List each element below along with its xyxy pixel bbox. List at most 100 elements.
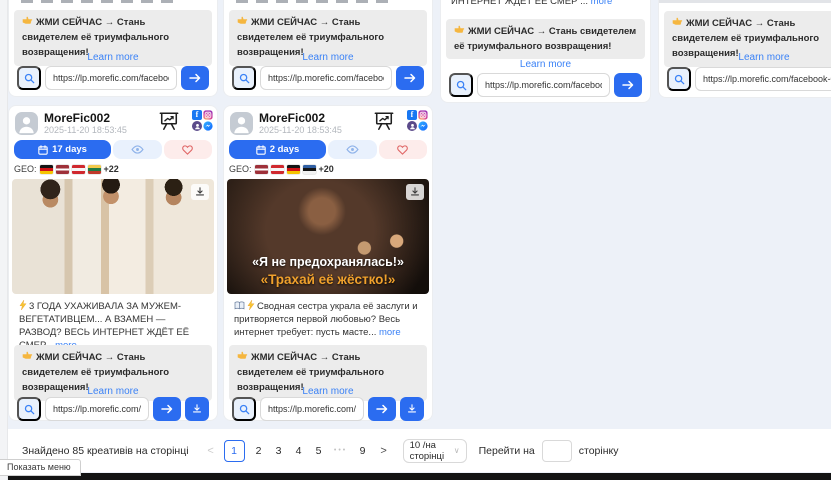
bottom-dark-strip xyxy=(0,473,831,480)
download-creative-button[interactable] xyxy=(185,397,209,421)
page-5[interactable]: 5 xyxy=(309,445,329,457)
geo-row: GEO: +20 xyxy=(229,163,334,175)
goto-page-label: Перейти на xyxy=(479,445,535,457)
download-image-button[interactable] xyxy=(406,184,424,200)
url-row xyxy=(667,67,831,91)
per-page-select[interactable]: 10 /на сторінці ∨ xyxy=(403,439,467,463)
partial-card-1: ЖМИ СЕЙЧАС → Стань свидетелем её триумфа… xyxy=(8,0,218,97)
page-9[interactable]: 9 xyxy=(353,445,373,457)
creative-image[interactable]: «Я не предохранялась!» «Трахай её жёстко… xyxy=(227,179,429,294)
learn-more-link[interactable]: Learn more xyxy=(224,52,432,63)
page-3[interactable]: 3 xyxy=(269,445,289,457)
analytics-board-icon[interactable] xyxy=(373,111,395,131)
analytics-board-icon[interactable] xyxy=(158,111,180,131)
open-url-button[interactable] xyxy=(368,397,396,421)
search-icon xyxy=(239,73,250,84)
facebook-icon[interactable]: f xyxy=(407,110,417,120)
geo-more-count[interactable]: +20 xyxy=(319,164,334,174)
calendar-icon xyxy=(256,145,266,155)
image-overlay-text-1: «Я не предохранялась!» xyxy=(227,255,429,269)
url-row xyxy=(232,66,424,90)
download-creative-button[interactable] xyxy=(400,397,424,421)
learn-more-link[interactable]: Learn more xyxy=(224,386,432,397)
geo-more-count[interactable]: +22 xyxy=(104,164,119,174)
learn-more-link[interactable]: Learn more xyxy=(441,59,650,70)
partial-card-3: ИНТЕРНЕТ ЖДЁТ ЕЁ СМЕР ... more ЖМИ СЕЙЧА… xyxy=(440,0,651,103)
views-button[interactable] xyxy=(328,140,377,159)
days-active-button[interactable]: 17 days xyxy=(14,140,111,159)
flag-austria-icon xyxy=(72,165,85,174)
search-icon xyxy=(674,74,685,85)
more-link[interactable]: more xyxy=(379,327,401,338)
chevron-down-icon: ∨ xyxy=(454,446,460,455)
download-icon xyxy=(195,187,205,197)
search-url-button[interactable] xyxy=(232,397,256,421)
views-button[interactable] xyxy=(113,140,162,159)
cropped-text-remnant xyxy=(236,0,396,3)
prev-page-button[interactable]: < xyxy=(202,445,220,457)
creative-image[interactable] xyxy=(12,179,214,294)
eye-icon xyxy=(131,145,144,154)
learn-more-link[interactable]: Learn more xyxy=(659,52,831,63)
messenger-icon[interactable] xyxy=(203,121,213,131)
instagram-icon[interactable] xyxy=(418,110,428,120)
download-icon xyxy=(410,187,420,197)
flag-lithuania-icon xyxy=(88,165,101,174)
days-active-button[interactable]: 2 days xyxy=(229,140,326,159)
facebook-icon[interactable]: f xyxy=(192,110,202,120)
person-badge-icon[interactable] xyxy=(192,121,202,131)
search-url-button[interactable] xyxy=(17,397,41,421)
search-icon xyxy=(456,80,467,91)
open-url-button[interactable] xyxy=(614,73,642,97)
messenger-icon[interactable] xyxy=(418,121,428,131)
results-summary: Знайдено 85 креативів на сторінці xyxy=(22,445,189,457)
search-icon xyxy=(24,404,35,415)
favorite-button[interactable] xyxy=(379,140,428,159)
open-url-button[interactable] xyxy=(396,66,424,90)
search-url-button[interactable] xyxy=(17,66,41,90)
pointing-hand-icon xyxy=(237,350,248,361)
lightning-icon xyxy=(19,300,27,310)
search-url-button[interactable] xyxy=(232,66,256,90)
instagram-icon[interactable] xyxy=(203,110,213,120)
open-url-button[interactable] xyxy=(181,66,209,90)
ad-body-text: Сводная сестра украла её заслуги и притв… xyxy=(234,300,424,339)
cropped-body-text-content: ИНТЕРНЕТ ЖДЁТ ЕЁ СМЕР ... xyxy=(451,0,588,7)
person-badge-icon[interactable] xyxy=(407,121,417,131)
learn-more-link[interactable]: Learn more xyxy=(9,52,217,63)
pointing-hand-icon xyxy=(672,16,683,27)
landing-url-input[interactable] xyxy=(695,67,831,91)
eye-icon xyxy=(346,145,359,154)
arrow-right-icon xyxy=(189,73,201,83)
more-link[interactable]: more xyxy=(591,0,613,7)
page-4[interactable]: 4 xyxy=(289,445,309,457)
search-icon xyxy=(24,73,35,84)
per-page-value: 10 /на сторінці xyxy=(410,440,454,462)
page-2[interactable]: 2 xyxy=(249,445,269,457)
account-name[interactable]: MoreFic002 xyxy=(259,111,325,125)
download-image-button[interactable] xyxy=(191,184,209,200)
pagination-bar: Знайдено 85 креативів на сторінці < 1 2 … xyxy=(8,429,831,472)
account-name[interactable]: MoreFic002 xyxy=(44,111,110,125)
landing-url-input[interactable] xyxy=(260,397,364,421)
landing-url-input[interactable] xyxy=(45,66,177,90)
next-page-button[interactable]: > xyxy=(373,445,395,457)
arrow-right-icon xyxy=(376,404,388,414)
cropped-text-remnant xyxy=(21,0,181,3)
pointing-hand-icon xyxy=(22,350,33,361)
creative-actions: 17 days xyxy=(14,140,212,159)
page-ellipsis[interactable]: ••• xyxy=(329,447,353,454)
calendar-icon xyxy=(38,145,48,155)
landing-url-input[interactable] xyxy=(477,73,610,97)
goto-page-input[interactable] xyxy=(542,440,572,462)
search-url-button[interactable] xyxy=(667,67,691,91)
search-url-button[interactable] xyxy=(449,73,473,97)
image-overlay-text-2: «Трахай её жёстко!» xyxy=(227,272,429,287)
landing-url-input[interactable] xyxy=(45,397,149,421)
favorite-button[interactable] xyxy=(164,140,213,159)
landing-url-input[interactable] xyxy=(260,66,392,90)
page-1-active[interactable]: 1 xyxy=(224,440,245,462)
learn-more-link[interactable]: Learn more xyxy=(9,386,217,397)
cta-headline-text: ЖМИ СЕЙЧАС → Стань свидетелем её триумфа… xyxy=(454,26,636,52)
open-url-button[interactable] xyxy=(153,397,181,421)
